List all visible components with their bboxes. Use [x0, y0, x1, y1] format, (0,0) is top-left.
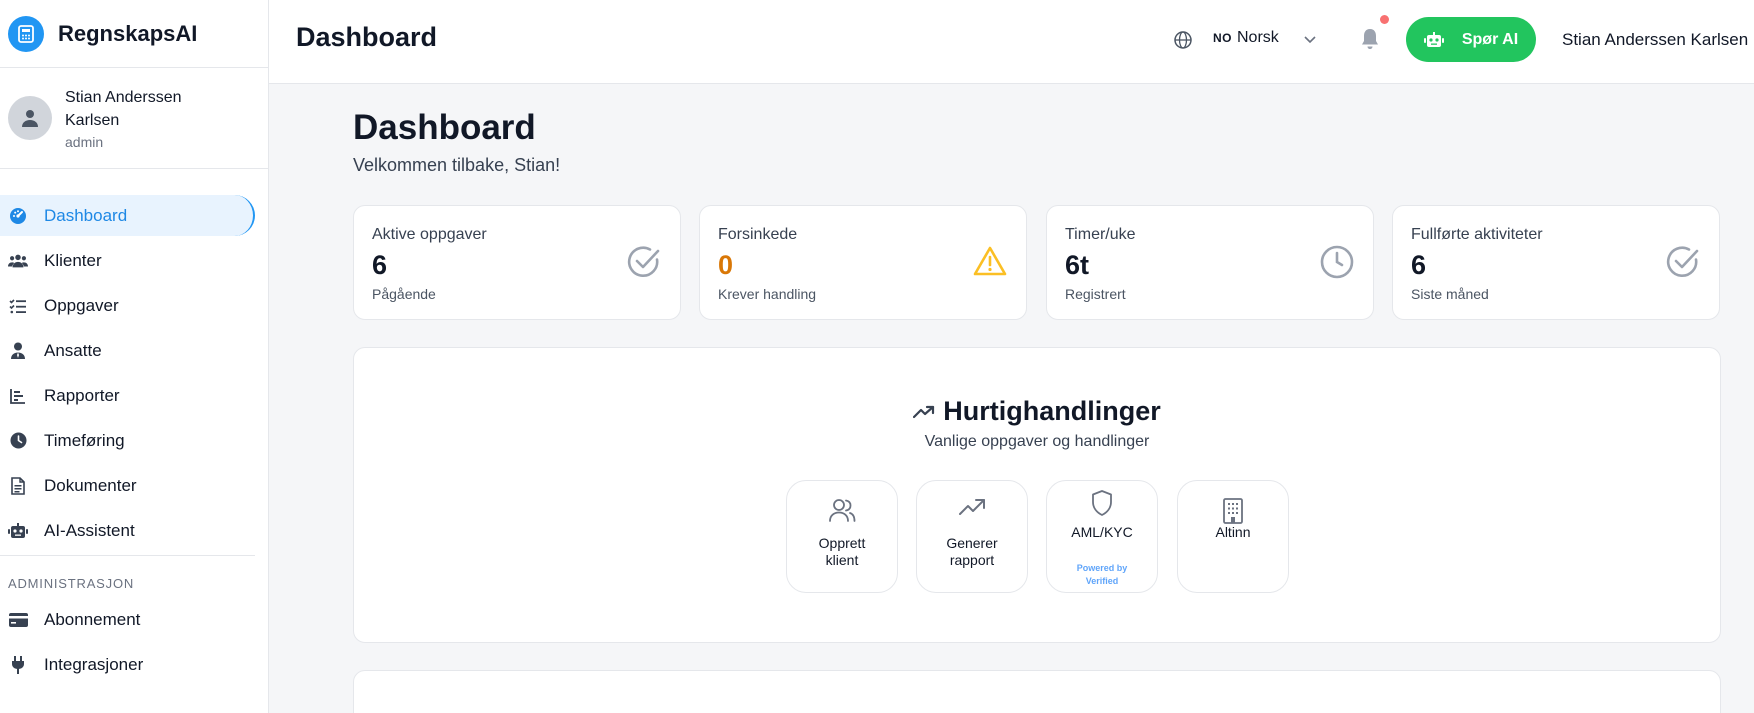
clock-icon — [1319, 244, 1355, 280]
stat-sub: Registrert — [1065, 286, 1126, 302]
tasks-icon — [8, 296, 28, 316]
altinn-button[interactable]: Altinn — [1177, 480, 1289, 593]
sidebar-item-label: Timeføring — [44, 430, 125, 450]
shield-icon — [1047, 489, 1157, 517]
sidebar-user-name: Stian Anderssen Karlsen — [65, 89, 182, 129]
quick-actions-card: Hurtighandlinger Vanlige oppgaver og han… — [353, 347, 1721, 643]
sidebar-item-label: Oppgaver — [44, 295, 119, 315]
sidebar-item-label: Integrasjoner — [44, 654, 144, 674]
stat-label: Aktive oppgaver — [372, 226, 487, 243]
sidebar-nav: Dashboard Klienter Oppgaver Ansatte Rapp… — [0, 169, 268, 685]
trending-up-icon — [913, 395, 935, 426]
warning-icon — [972, 244, 1008, 280]
trending-up-icon — [917, 497, 1027, 525]
quick-action-label: Generer rapport — [946, 535, 998, 568]
users-icon — [8, 251, 28, 271]
create-client-button[interactable]: Opprett klient — [786, 480, 898, 593]
clock-icon — [8, 431, 28, 451]
bottom-card — [353, 670, 1721, 713]
nav-section-title: ADMINISTRASJON — [8, 576, 135, 591]
quick-actions-subtitle: Vanlige oppgaver og handlinger — [924, 433, 1150, 450]
page-title: Dashboard — [353, 108, 536, 147]
stat-sub: Krever handling — [718, 286, 817, 302]
robot-icon — [1423, 31, 1444, 48]
sidebar-item-klienter[interactable]: Klienter — [0, 240, 255, 281]
stat-sub: Siste måned — [1411, 286, 1489, 302]
sidebar-item-oppgaver[interactable]: Oppgaver — [0, 285, 255, 326]
top-header: Dashboard NO Norsk Spør AI Stian Andersse… — [269, 0, 1754, 84]
ask-ai-label: Spør AI — [1461, 30, 1519, 48]
avatar — [8, 96, 52, 140]
sidebar-item-integrasjoner[interactable]: Integrasjoner — [0, 644, 255, 685]
sidebar-item-abonnement[interactable]: Abonnement — [0, 599, 255, 640]
stat-label: Fullførte aktiviteter — [1411, 226, 1543, 243]
brand[interactable]: RegnskapsAI — [0, 0, 268, 68]
app-name: RegnskapsAI — [58, 20, 198, 46]
powered-by-verified: Powered by Verified — [1076, 563, 1128, 586]
sidebar-item-label: Dashboard — [44, 205, 128, 225]
stat-label: Timer/uke — [1065, 226, 1136, 243]
stat-card-fullforte-aktiviteter: Fullførte aktiviteter 6 Siste måned — [1392, 205, 1720, 320]
stat-value: 6 — [1411, 250, 1427, 280]
quick-actions-title-text: Hurtighandlinger — [943, 396, 1161, 426]
generate-report-button[interactable]: Generer rapport — [916, 480, 1028, 593]
aml-kyc-button[interactable]: AML/KYC Powered by Verified — [1046, 480, 1158, 593]
employee-icon — [8, 341, 28, 361]
stat-value: 0 — [718, 250, 734, 280]
quick-actions-title: Hurtighandlinger — [354, 396, 1720, 428]
sidebar-user[interactable]: Stian Anderssen Karlsen admin — [0, 68, 268, 169]
sidebar-user-role: admin — [65, 134, 104, 150]
sidebar-item-label: Ansatte — [44, 340, 102, 360]
quick-action-label: Altinn — [1215, 524, 1251, 540]
check-circle-icon — [1665, 244, 1701, 280]
header-title: Dashboard — [296, 22, 438, 52]
page-subtitle: Velkommen tilbake, Stian! — [353, 155, 561, 175]
language-label: Norsk — [1237, 29, 1279, 46]
credit-card-icon — [8, 610, 28, 630]
quick-action-label: AML/KYC — [1071, 524, 1133, 540]
check-circle-icon — [626, 244, 662, 280]
sidebar-item-dokumenter[interactable]: Dokumenter — [0, 465, 255, 506]
stat-sub: Pågående — [372, 286, 436, 302]
stat-card-timer-uke: Timer/uke 6t Registrert — [1046, 205, 1374, 320]
sidebar-item-timeforing[interactable]: Timeføring — [0, 420, 255, 461]
gauge-icon — [8, 206, 28, 226]
sidebar-item-label: AI-Assistent — [44, 520, 135, 540]
users-icon — [787, 497, 897, 525]
bar-chart-icon — [8, 386, 28, 406]
ask-ai-button[interactable]: Spør AI — [1406, 17, 1536, 62]
quick-action-label: Opprett klient — [818, 535, 866, 568]
stat-card-aktive-oppgaver: Aktive oppgaver 6 Pågående — [353, 205, 681, 320]
robot-icon — [8, 521, 28, 541]
notification-dot — [1380, 15, 1389, 24]
sidebar-item-label: Abonnement — [44, 609, 141, 629]
header-user-name[interactable]: Stian Anderssen Karlsen — [1562, 30, 1748, 50]
sidebar-item-rapporter[interactable]: Rapporter — [0, 375, 255, 416]
sidebar-item-label: Klienter — [44, 250, 102, 270]
sidebar-item-label: Dokumenter — [44, 475, 137, 495]
stat-card-forsinkede: Forsinkede 0 Krever handling — [699, 205, 1027, 320]
plug-icon — [8, 655, 28, 675]
language-code: NO — [1213, 31, 1232, 45]
building-icon — [1178, 497, 1288, 525]
globe-icon[interactable] — [1172, 29, 1194, 51]
stat-label: Forsinkede — [718, 226, 798, 243]
sidebar-item-ai-assistent[interactable]: AI-Assistent — [0, 510, 255, 551]
sidebar: RegnskapsAI Stian Anderssen Karlsen admi… — [0, 0, 269, 713]
bell-icon[interactable] — [1359, 27, 1381, 51]
language-select[interactable]: NO Norsk — [1213, 29, 1279, 47]
stat-value: 6t — [1065, 250, 1090, 280]
sidebar-item-dashboard[interactable]: Dashboard — [0, 195, 255, 236]
document-icon — [8, 476, 28, 496]
sidebar-item-ansatte[interactable]: Ansatte — [0, 330, 255, 371]
stat-value: 6 — [372, 250, 388, 280]
sidebar-item-label: Rapporter — [44, 385, 120, 405]
calculator-icon — [8, 15, 44, 52]
chevron-down-icon[interactable] — [1302, 31, 1318, 47]
